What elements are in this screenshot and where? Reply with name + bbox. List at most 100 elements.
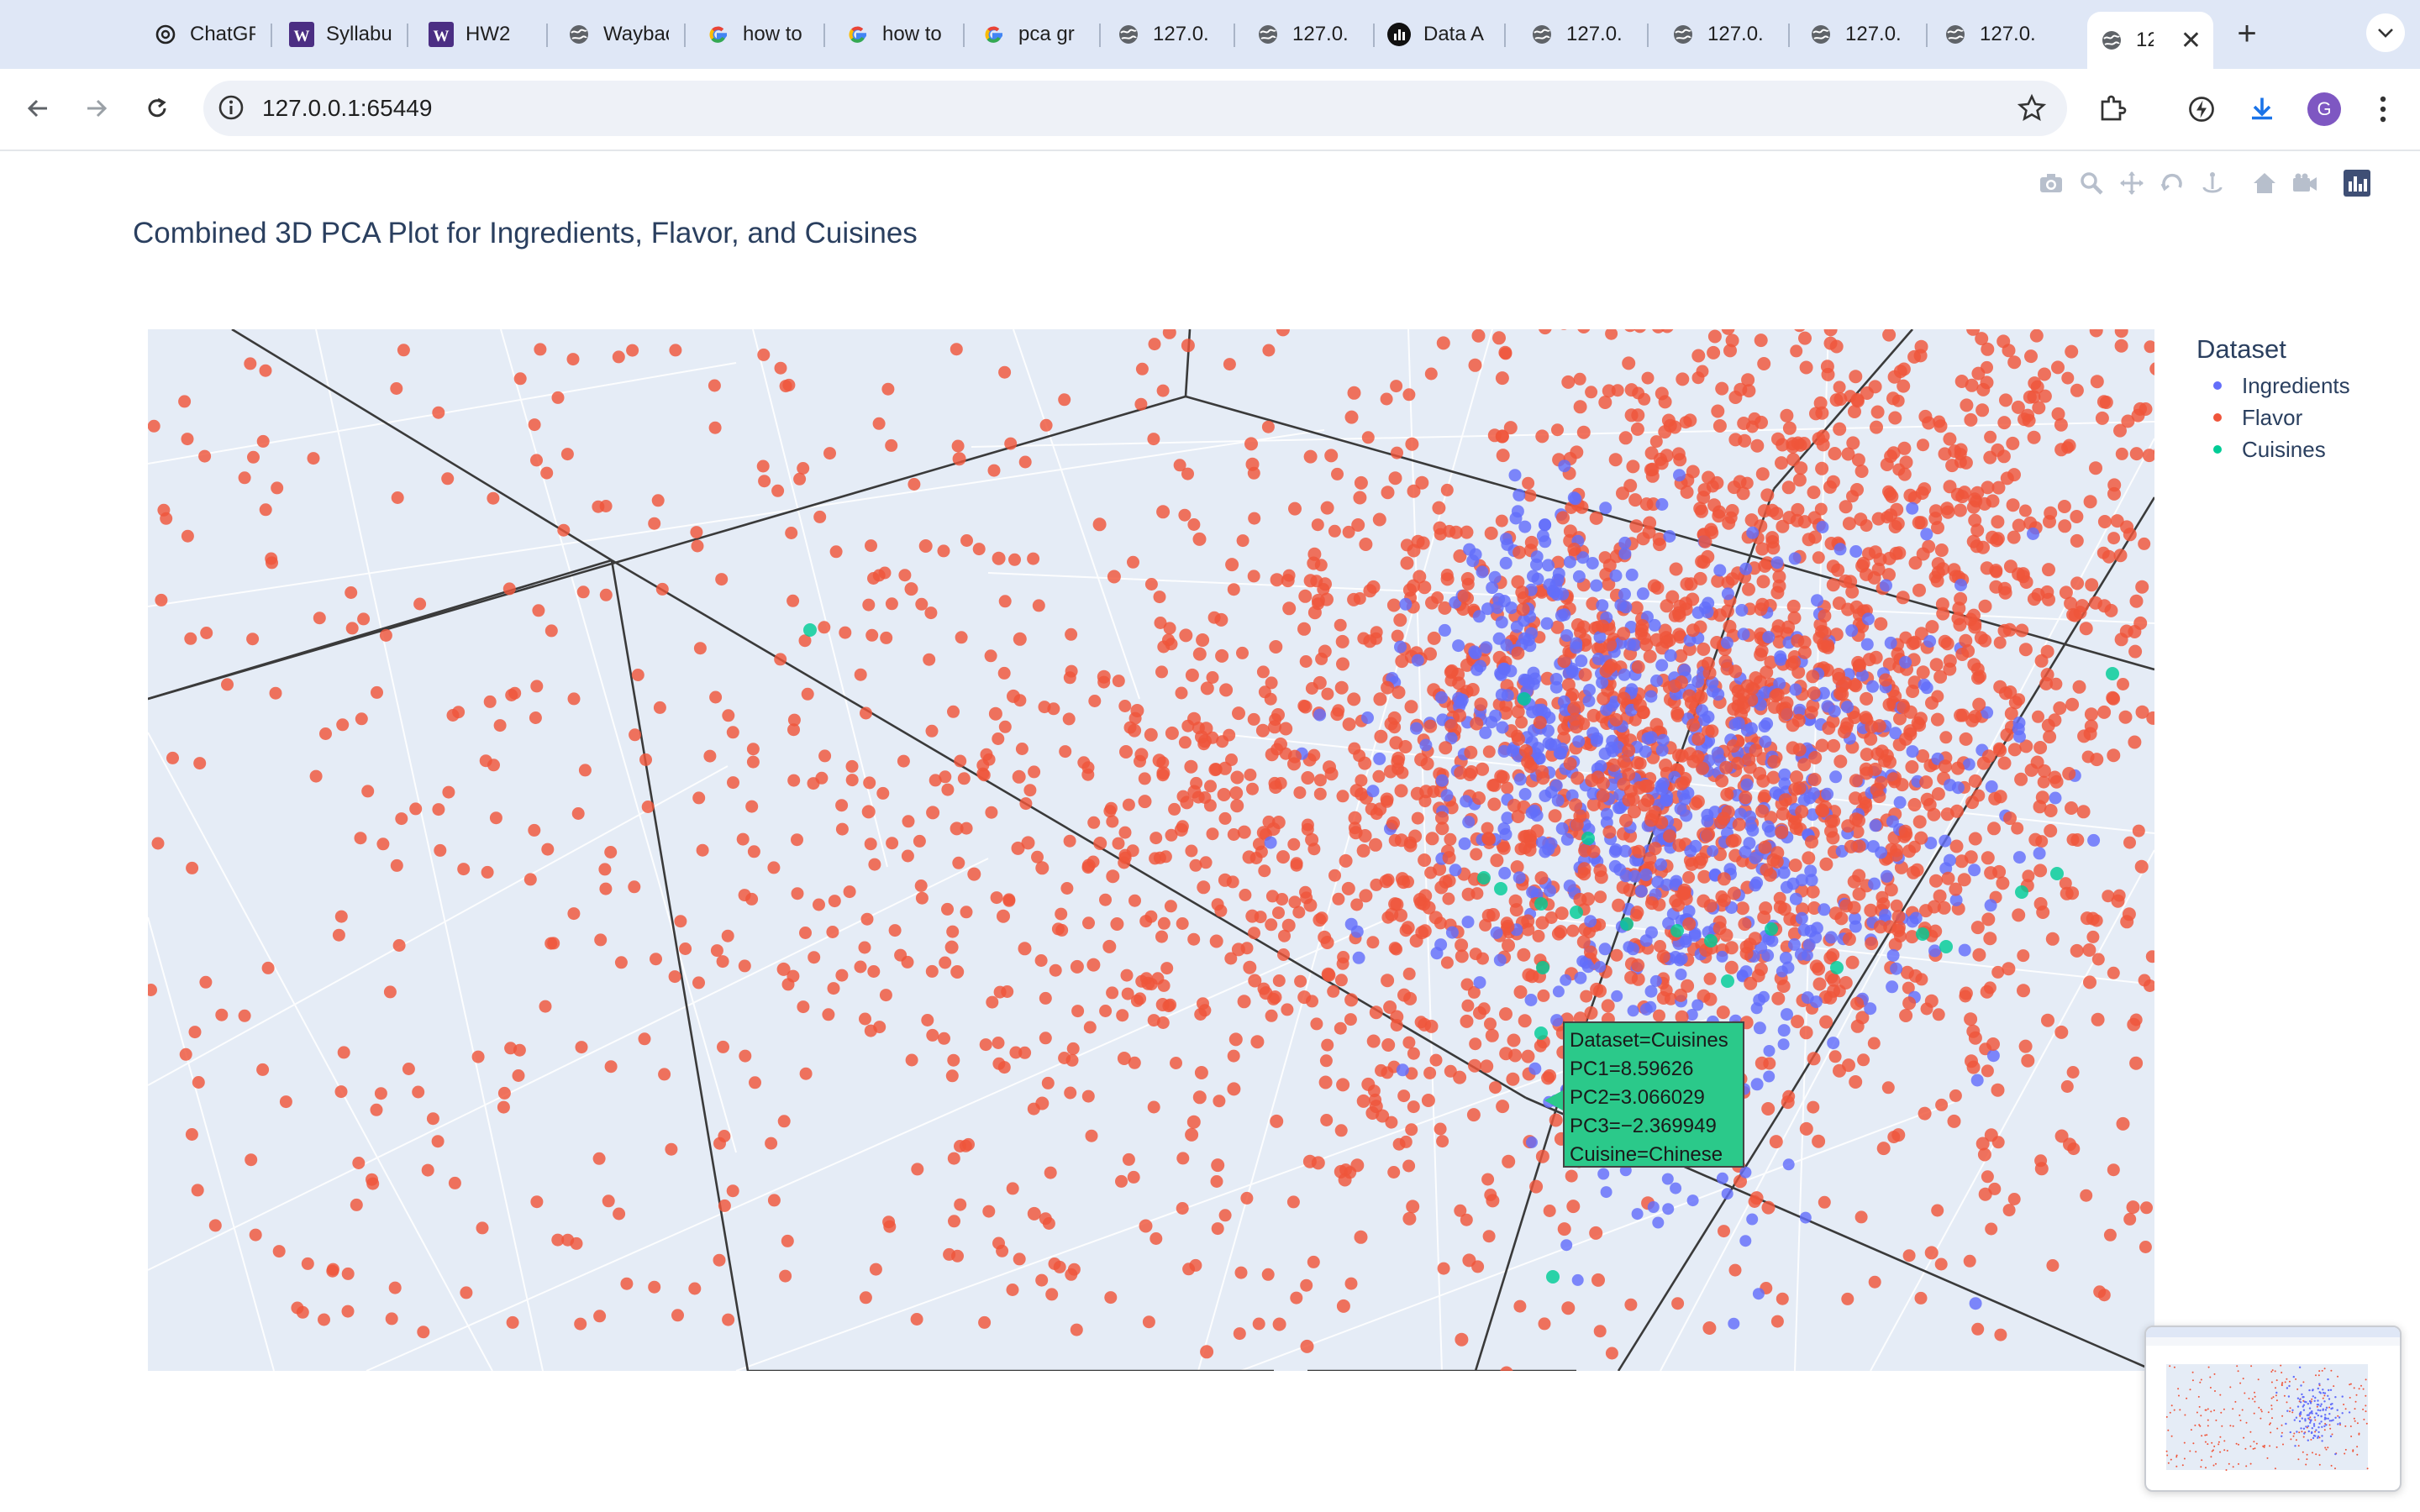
flavor-point [354,832,367,845]
browser-tab[interactable]: 127.0. [1104,12,1230,57]
flavor-point [2045,932,2060,946]
flavor-point [1209,763,1223,776]
flavor-point [1910,863,1924,877]
reset-last-icon[interactable] [2287,166,2323,200]
flavor-point [1236,534,1249,548]
ingredient-point [1644,690,1658,703]
flavor-point [334,910,348,923]
flavor-point [1434,1122,1447,1136]
flavor-point [1008,553,1021,566]
ingredient-point [1758,720,1771,733]
flavor-point [1181,719,1195,732]
flavor-point [1381,911,1395,924]
preview-point [2320,1403,2323,1405]
flavor-point [1888,937,1902,952]
new-tab-button[interactable]: + [2225,12,2269,55]
back-button[interactable] [17,87,59,129]
browser-tab[interactable]: 127.0. [1518,12,1644,57]
bookmark-star-icon[interactable] [2017,93,2047,123]
browser-tab[interactable]: ChatGPT [141,12,267,57]
flavor-point [1373,802,1387,816]
flavor-point [1265,890,1279,903]
flavor-point [937,544,950,558]
preview-point [2298,1366,2302,1368]
forward-button[interactable] [76,87,118,129]
pan-icon[interactable] [2114,166,2149,200]
browser-tab[interactable]: 127.0. [1797,12,1923,57]
browser-tab[interactable]: Data A [1375,12,1501,57]
camera-icon[interactable] [2033,166,2069,200]
picture-in-picture-preview[interactable] [2144,1326,2402,1492]
ingredient-point [1807,787,1820,801]
flavor-point [1984,1128,1998,1142]
flavor-point [1889,546,1903,560]
preview-point [2210,1456,2212,1458]
preview-point [2302,1409,2306,1411]
flavor-point [1440,572,1455,586]
reset-camera-icon[interactable] [2247,166,2282,200]
3d-scene[interactable] [148,329,2154,1371]
menu-kebab-icon[interactable] [2361,87,2405,131]
browser-tab[interactable]: Wayback [555,12,681,57]
browser-tab[interactable]: 127.0. [1659,12,1785,57]
flavor-point [1717,893,1731,907]
legend-item-flavor[interactable]: Flavor [2196,402,2350,433]
extensions-icon[interactable] [2091,87,2134,131]
browser-tab[interactable]: how to [694,12,820,57]
close-tab-icon[interactable]: ✕ [2181,26,2202,55]
zoom-icon[interactable] [2074,166,2109,200]
ingredient-point [1702,711,1715,723]
ingredient-point [1524,994,1538,1006]
plotly-logo-icon[interactable] [2339,166,2375,200]
flavor-point [1983,450,1997,465]
flavor-point [432,406,445,419]
flavor-point [1561,375,1576,389]
preview-point [2338,1422,2341,1425]
preview-point [2365,1410,2367,1413]
flavor-point [1981,851,1995,865]
flavor-point [2072,680,2086,694]
tab-title: Wayback [603,23,669,45]
reload-button[interactable] [136,87,178,129]
preview-point [2354,1420,2356,1422]
flavor-point [551,391,565,404]
flavor-point [1307,843,1321,856]
flavor-point [998,720,1012,733]
preview-point [2173,1409,2175,1411]
preview-point [2200,1378,2202,1381]
flavor-point [1099,1005,1113,1017]
flavor-point [1034,954,1048,967]
browser-tab[interactable]: 127.0. [1244,12,1370,57]
flavor-point [1265,918,1278,932]
tab-search-button[interactable] [2366,13,2405,52]
flavor-point [1718,1225,1730,1238]
browser-tab[interactable]: WSyllabus [277,12,403,57]
tab-separator [271,24,272,47]
download-icon[interactable] [2240,87,2284,131]
flavor-point [1991,515,2005,529]
orbit-icon[interactable] [2154,166,2190,200]
flavor-point [259,503,272,517]
turntable-icon[interactable] [2195,166,2230,200]
profile-avatar[interactable]: G [2302,87,2346,131]
browser-tab[interactable]: how to [834,12,960,57]
ingredient-point [1544,785,1558,799]
flavor-point [781,978,795,991]
flavor-point [1297,622,1311,636]
site-info-icon[interactable] [217,93,245,122]
flavor-point [1818,609,1832,623]
flavor-point [1534,871,1549,885]
ingredient-point [1893,795,1907,809]
browser-tab[interactable]: pca gr [970,12,1096,57]
legend-item-ingredients[interactable]: Ingredients [2196,370,2350,402]
browser-tab[interactable]: 127.0. [1931,12,2057,57]
performance-icon[interactable] [2180,87,2223,131]
browser-tab[interactable]: W HW2 [417,12,543,57]
preview-point [2248,1397,2250,1399]
browser-tab[interactable]: 12 ✕ [2087,12,2213,69]
flavor-point [1596,619,1610,633]
flavor-point [872,417,886,430]
address-bar[interactable]: 127.0.0.1:65449 [203,81,2067,136]
legend-item-cuisines[interactable]: Cuisines [2196,433,2350,465]
preview-point [2293,1432,2296,1435]
